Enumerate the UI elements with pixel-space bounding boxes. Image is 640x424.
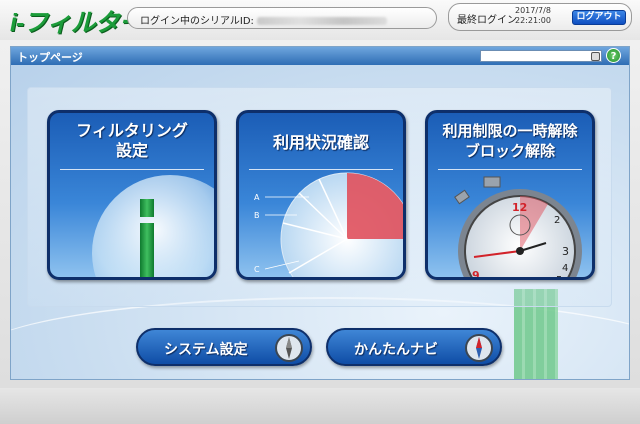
help-icon[interactable]: ? [606, 48, 621, 63]
compass-icon [465, 334, 493, 362]
app-logo: i-フィルター [10, 9, 144, 37]
filtering-settings-tile[interactable]: フィルタリング 設定 [47, 110, 217, 280]
page-title: トップページ [17, 51, 83, 64]
last-login-time: 22:21:00 [515, 16, 551, 25]
clock-number-3: 3 [562, 245, 569, 258]
serial-id-value-blurred [257, 17, 388, 25]
serial-id-label: ログイン中のシリアルID: [140, 16, 254, 27]
clock-number-12: 12 [512, 201, 527, 214]
last-login-box: 最終ログイン 2017/7/8 22:21:00 ログアウト [448, 3, 632, 31]
main-panel: トップページ ? フィルタリング 設定 利用状況確認 A B C 利用制限の一時… [10, 46, 630, 380]
page-footer [0, 388, 640, 424]
pie-chart-icon: A B C [254, 172, 403, 277]
pie-label-c: C [254, 265, 260, 274]
logout-button[interactable]: ログアウト [572, 10, 626, 25]
clock-number-9: 9 [472, 269, 480, 277]
stopwatch-icon: 12 3 6 9 5 4 2 [454, 176, 582, 277]
temporary-release-tile[interactable]: 利用制限の一時解除 ブロック解除 12 3 6 9 5 [425, 110, 595, 280]
easy-navi-label: かんたんナビ [354, 342, 438, 358]
last-login-label: 最終ログイン [457, 15, 517, 26]
search-input[interactable] [480, 50, 602, 62]
compass-icon [275, 334, 303, 362]
last-login-datetime: 2017/7/8 22:21:00 [515, 6, 551, 26]
bubble-i-logo-icon [92, 175, 214, 277]
clock-number-5: 5 [556, 275, 562, 277]
clock-number-2: 2 [554, 215, 560, 226]
search-icon[interactable] [591, 52, 600, 61]
system-settings-button[interactable]: システム設定 [136, 328, 312, 366]
serial-id-display: ログイン中のシリアルID: [127, 7, 437, 29]
pie-label-a: A [254, 193, 260, 202]
pie-label-b: B [254, 211, 260, 220]
clock-number-4: 4 [562, 263, 568, 274]
usage-status-tile[interactable]: 利用状況確認 A B C [236, 110, 406, 280]
last-login-date: 2017/7/8 [515, 6, 551, 15]
system-settings-label: システム設定 [164, 342, 248, 358]
app-header: i-フィルター ログイン中のシリアルID: 最終ログイン 2017/7/8 22… [0, 0, 640, 40]
panel-title-bar: トップページ ? [11, 47, 629, 65]
easy-navi-button[interactable]: かんたんナビ [326, 328, 502, 366]
